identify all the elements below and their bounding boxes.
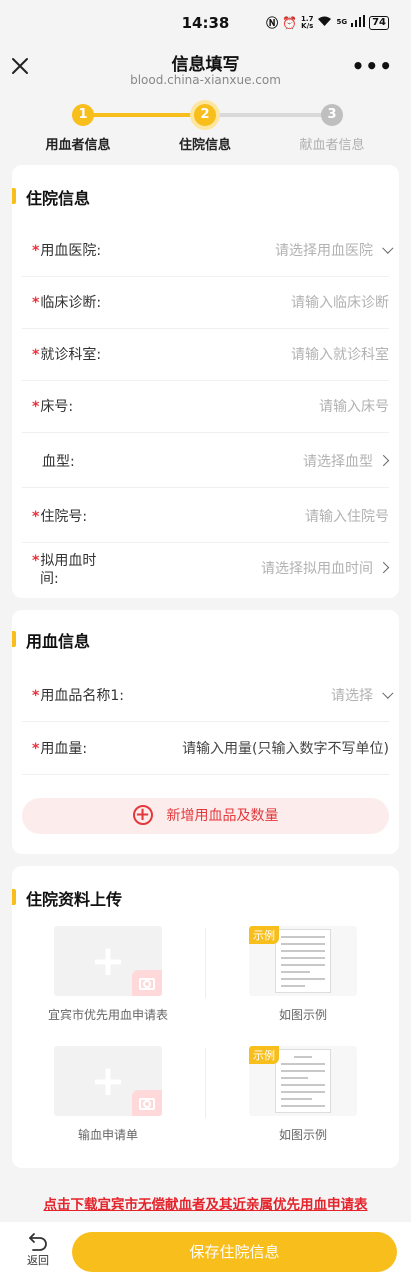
back-arrow-icon: [29, 1233, 47, 1251]
upload-section-title: 住院资料上传: [26, 890, 123, 909]
field-label: 临床诊断:: [40, 295, 102, 311]
admission-number-row: *住院号: 请输入住院号: [22, 491, 389, 543]
upload-card: 住院资料上传 + 宜宾市优先用血申请表 示例 如图示例 + 输血申请单 示例 如…: [12, 866, 399, 1168]
section-accent-bar: [12, 889, 16, 905]
divider: [205, 928, 206, 998]
bed-number-row: *床号: 请输入床号: [22, 381, 389, 433]
field-label: 用血医院:: [40, 243, 102, 259]
step-3-label: 献血者信息: [299, 138, 365, 153]
alarm-icon: ⏰: [282, 15, 298, 30]
plus-circle-icon: +: [132, 805, 153, 825]
blood-info-card: 用血信息 *用血品名称1: 请选择 *用血量: 请输入用量(只输入数字不写单位)…: [12, 610, 399, 854]
divider: [205, 1048, 206, 1118]
network-type: 5G: [336, 18, 348, 26]
section-accent-bar: [12, 188, 16, 204]
diagnosis-input[interactable]: 请输入临床诊断: [291, 277, 389, 329]
field-label: 血型:: [42, 454, 75, 470]
field-label: 住院号:: [40, 509, 88, 525]
upload-button[interactable]: +: [54, 1046, 162, 1116]
hospital-info-card: 住院信息 *用血医院: 请选择用血医院 *临床诊断: 请输入临床诊断 *就诊科室…: [12, 165, 399, 598]
field-label: 拟用血时: [40, 553, 97, 569]
camera-icon: [132, 970, 162, 996]
back-label: 返回: [27, 1254, 49, 1267]
upload-item-application: + 宜宾市优先用血申请表: [12, 926, 204, 1023]
more-icon: •••: [351, 54, 393, 78]
document-thumbnail: [275, 929, 331, 993]
field-label: 间:: [40, 571, 59, 587]
step-1-label: 用血者信息: [45, 138, 111, 153]
document-thumbnail: [275, 1049, 331, 1113]
signal-icon: [351, 15, 366, 30]
planned-time-row[interactable]: *拟用血时 间: 请选择拟用血时间: [22, 543, 390, 595]
example-caption: 如图示例: [278, 1008, 327, 1022]
save-hospital-info-button[interactable]: 保存住院信息: [72, 1232, 397, 1272]
field-label: 用血量:: [40, 741, 88, 757]
battery-indicator: 74: [369, 15, 389, 30]
download-form-link[interactable]: 点击下载宜宾市无偿献血者及其近亲属优先用血申请表: [0, 1193, 411, 1213]
section-accent-bar: [12, 631, 16, 647]
field-label: 床号:: [40, 399, 74, 415]
upload-item-transfusion: + 输血申请单: [12, 1046, 204, 1143]
hospital-select[interactable]: 请选择用血医院: [275, 243, 373, 259]
blood-amount-input[interactable]: 请输入用量(只输入数字不写单位): [182, 723, 389, 775]
status-bar: 14:38 Ⓝ ⏰ 1.7 K/s 5G 74: [0, 0, 411, 44]
diagnosis-row: *临床诊断: 请输入临床诊断: [22, 277, 389, 329]
example-tag: 示例: [249, 926, 279, 944]
back-button[interactable]: 返回: [18, 1232, 58, 1268]
camera-icon: [132, 1090, 162, 1116]
blood-section-title: 用血信息: [26, 632, 91, 651]
wifi-icon: [317, 15, 332, 30]
example-tag: 示例: [249, 1046, 279, 1064]
upload-caption: 宜宾市优先用血申请表: [47, 1008, 168, 1022]
step-2-circle: 2: [194, 104, 216, 126]
upload-button[interactable]: +: [54, 926, 162, 996]
step-line-todo: [205, 113, 332, 117]
step-3-circle: 3: [321, 104, 343, 126]
blood-type-row[interactable]: 血型: 请选择血型: [22, 436, 390, 488]
blood-amount-row: *用血量: 请输入用量(只输入数字不写单位): [22, 723, 389, 775]
blood-product-select[interactable]: 请选择: [331, 688, 373, 704]
add-blood-product-button[interactable]: + 新增用血品及数量: [22, 798, 389, 834]
admission-number-input[interactable]: 请输入住院号: [305, 491, 389, 543]
add-button-label: 新增用血品及数量: [166, 808, 279, 824]
example-item: 示例 如图示例: [207, 926, 399, 1023]
network-speed: 1.7 K/s: [301, 14, 314, 30]
field-label: 用血品名称1:: [40, 688, 124, 704]
department-row: *就诊科室: 请输入就诊科室: [22, 329, 389, 381]
blood-type-select[interactable]: 请选择血型: [303, 454, 373, 470]
planned-time-select[interactable]: 请选择拟用血时间: [261, 561, 373, 577]
progress-stepper: 1 2 3 用血者信息 住院信息 献血者信息: [0, 100, 411, 156]
bed-number-input[interactable]: 请输入床号: [319, 381, 389, 433]
step-2-label: 住院信息: [178, 138, 231, 153]
field-label: 就诊科室:: [40, 347, 102, 363]
bottom-bar: 返回 保存住院信息: [0, 1222, 411, 1282]
chevron-right-icon: [377, 561, 390, 574]
hospital-section-title: 住院信息: [26, 189, 91, 208]
step-1-circle: 1: [72, 104, 94, 126]
upload-caption: 输血申请单: [77, 1128, 138, 1142]
chevron-down-icon: [382, 242, 394, 254]
example-caption: 如图示例: [278, 1128, 327, 1142]
nav-bar: 信息填写 blood.china-xianxue.com •••: [0, 44, 411, 94]
page-url: blood.china-xianxue.com: [130, 73, 281, 87]
example-item: 示例 如图示例: [207, 1046, 399, 1143]
status-icons: Ⓝ ⏰ 1.7 K/s 5G 74: [266, 14, 389, 31]
chevron-right-icon: [377, 454, 390, 467]
more-button[interactable]: •••: [352, 54, 393, 78]
step-line-done: [83, 113, 205, 117]
chevron-down-icon: [382, 687, 394, 699]
page-title: 信息填写: [171, 55, 240, 75]
nfc-icon: Ⓝ: [266, 16, 279, 30]
example-image[interactable]: 示例: [249, 1046, 357, 1116]
example-image[interactable]: 示例: [249, 926, 357, 996]
blood-product-row[interactable]: *用血品名称1: 请选择: [22, 670, 394, 722]
hospital-select-row[interactable]: *用血医院: 请选择用血医院: [22, 225, 394, 277]
department-input[interactable]: 请输入就诊科室: [291, 329, 389, 381]
